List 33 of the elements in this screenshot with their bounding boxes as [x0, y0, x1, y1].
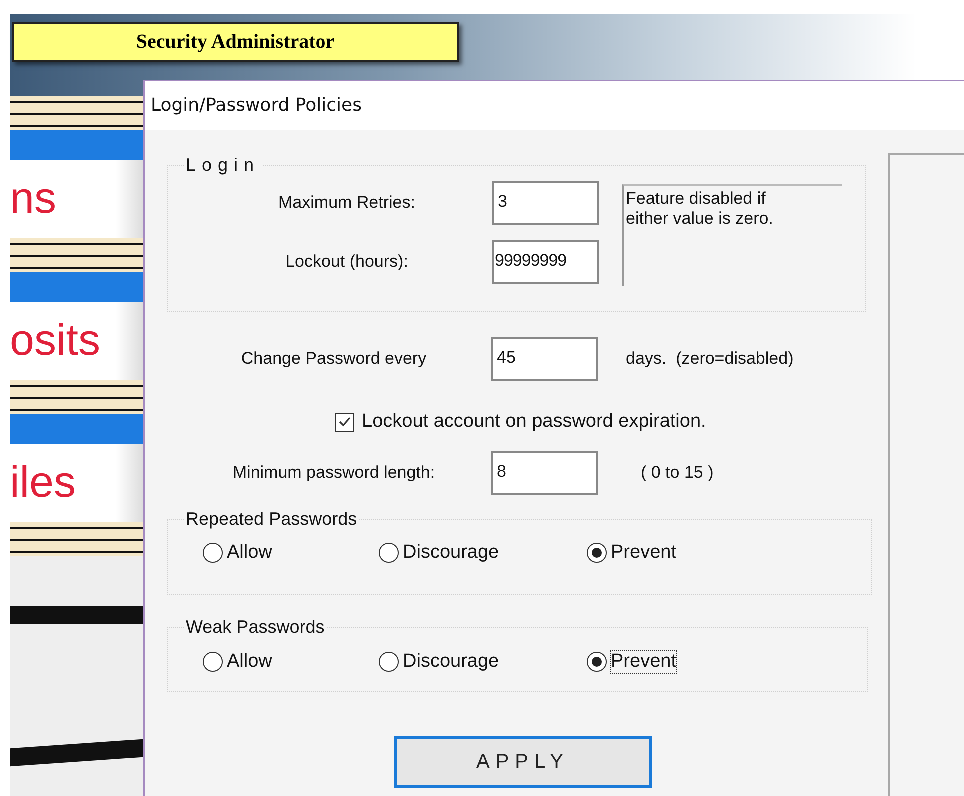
radio-label: Prevent — [610, 650, 678, 674]
radio-label: Discourage — [402, 541, 500, 565]
radio-label: Allow — [226, 650, 274, 674]
window-title: Login/Password Policies — [151, 95, 362, 116]
radio-label: Prevent — [610, 541, 678, 565]
radio-label: Discourage — [402, 650, 500, 674]
group-legend: Repeated Passwords — [184, 509, 360, 529]
group-legend: Login — [184, 155, 262, 175]
radio-label: Allow — [226, 541, 274, 565]
field-hint: ( 0 to 15 ) — [641, 463, 714, 483]
field-label: Minimum password length: — [232, 463, 436, 483]
radio-button[interactable] — [587, 652, 607, 672]
radio-button[interactable] — [203, 652, 223, 672]
input-field[interactable]: 45 — [491, 337, 598, 381]
app-banner: Security Administrator — [12, 22, 459, 62]
menu-item[interactable]: osits — [10, 302, 143, 380]
radio-button[interactable] — [587, 543, 607, 563]
radio-button[interactable] — [379, 543, 399, 563]
field-hint: days. (zero=disabled) — [626, 349, 794, 369]
menu-item[interactable]: iles — [10, 444, 143, 522]
info-note: Feature disabled if either value is zero. — [622, 184, 842, 286]
menu-item[interactable]: ns — [10, 160, 143, 238]
apply-button[interactable]: APPLY — [394, 736, 652, 788]
input-field[interactable]: 8 — [491, 451, 598, 495]
input-field[interactable]: 99999999 — [492, 240, 599, 284]
field-label: Change Password every — [240, 349, 428, 369]
checkbox-label: Lockout account on password expiration. — [362, 411, 706, 433]
radio-button[interactable] — [379, 652, 399, 672]
input-field[interactable]: 3 — [492, 181, 599, 225]
field-label: Maximum Retries: — [278, 193, 416, 213]
field-label: Lockout (hours): — [284, 252, 410, 272]
radio-button[interactable] — [203, 543, 223, 563]
checkbox[interactable] — [335, 412, 354, 432]
